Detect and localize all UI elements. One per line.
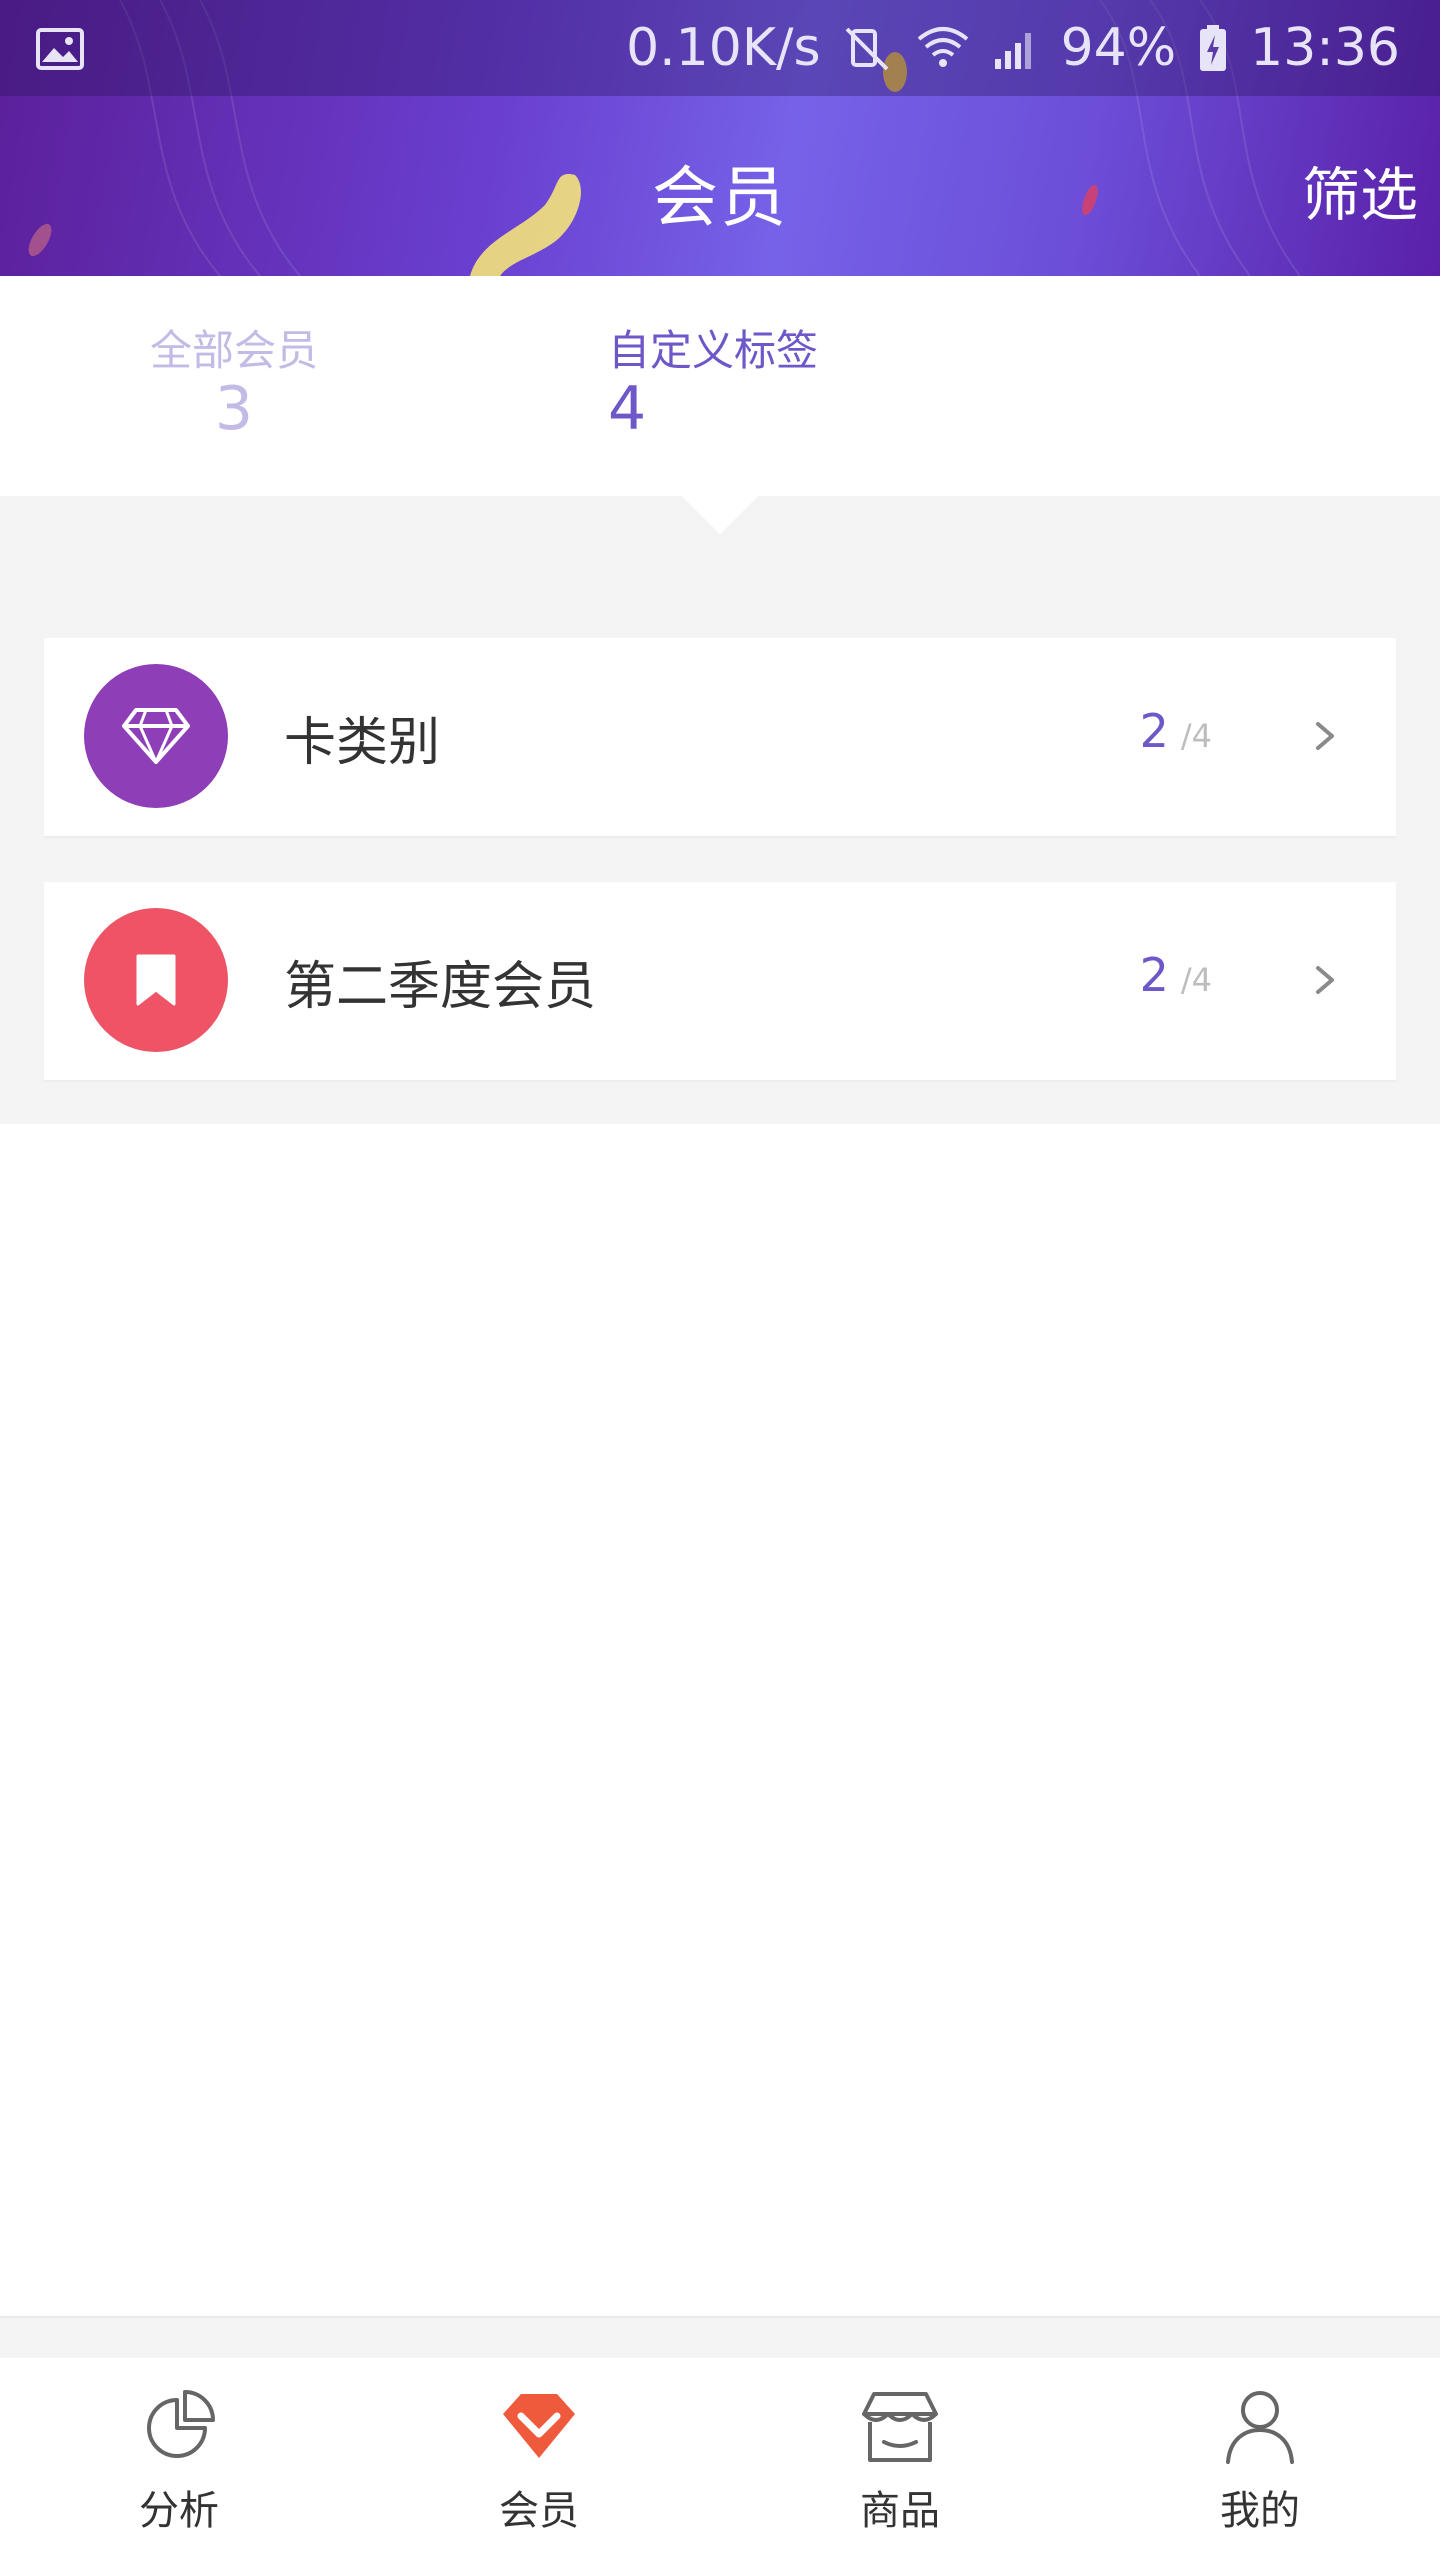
gallery-notification-icon (36, 28, 84, 70)
nav-item-member[interactable]: 会员 (439, 2386, 639, 2536)
status-bar: 0.10K/s 94% 13:36 (0, 0, 1440, 96)
active-tab-pointer (682, 496, 758, 534)
card-count: 2/4 (1140, 704, 1212, 758)
nav-item-analysis[interactable]: 分析 (79, 2386, 279, 2536)
nav-item-goods[interactable]: 商品 (800, 2386, 1000, 2536)
wifi-icon (915, 23, 971, 73)
member-gem-icon (503, 2394, 575, 2458)
tag-card-q2-members[interactable]: 第二季度会员 2/4 (44, 882, 1396, 1080)
card-count-value: 2 (1139, 704, 1169, 758)
card-title: 卡类别 (284, 713, 441, 773)
tab-label: 全部会员 (150, 326, 319, 375)
bottom-nav-divider (0, 2316, 1440, 2360)
member-tabs: 全部会员 3 自定义标签 4 (0, 276, 1440, 496)
nav-label: 我的 (1220, 2488, 1300, 2534)
nav-label: 商品 (860, 2488, 940, 2534)
store-icon (862, 2392, 938, 2462)
card-count-total: /4 (1180, 717, 1212, 755)
tab-all-members[interactable]: 全部会员 3 (150, 326, 318, 441)
tag-card-card-type[interactable]: 卡类别 2/4 (44, 638, 1396, 836)
status-right: 0.10K/s 94% 13:36 (626, 0, 1400, 96)
chevron-right-icon (1316, 722, 1334, 750)
card-avatar (84, 664, 228, 808)
mute-icon (843, 23, 893, 73)
nav-label: 会员 (499, 2488, 579, 2534)
diamond-icon (122, 708, 190, 764)
filter-button[interactable]: 筛选 (1302, 148, 1418, 232)
nav-item-mine[interactable]: 我的 (1160, 2386, 1360, 2536)
pie-chart-icon (147, 2390, 215, 2458)
title-bar: 会员 筛选 (0, 96, 1440, 276)
card-count-value: 2 (1139, 948, 1169, 1002)
tab-count: 4 (608, 374, 647, 445)
card-avatar (84, 908, 228, 1052)
nav-label: 分析 (139, 2488, 219, 2534)
card-title: 第二季度会员 (284, 957, 597, 1017)
header: 0.10K/s 94% 13:36 会员 筛选 (0, 0, 1440, 276)
network-speed: 0.10K/s (626, 18, 821, 78)
battery-percent: 94% (1060, 18, 1177, 78)
person-icon (1226, 2391, 1294, 2464)
card-count: 2/4 (1140, 948, 1212, 1002)
tab-custom-tags[interactable]: 自定义标签 4 (608, 326, 818, 441)
bookmark-icon (136, 954, 176, 1006)
battery-icon (1198, 23, 1228, 73)
tab-count: 3 (214, 374, 254, 445)
chevron-right-icon (1316, 966, 1334, 994)
card-count-total: /4 (1180, 961, 1212, 999)
page-title: 会员 (652, 159, 788, 236)
tab-label: 自定义标签 (608, 326, 819, 375)
bottom-nav: 分析 会员 商品 我的 (0, 2358, 1440, 2560)
clock: 13:36 (1250, 18, 1400, 78)
signal-icon (993, 25, 1039, 71)
